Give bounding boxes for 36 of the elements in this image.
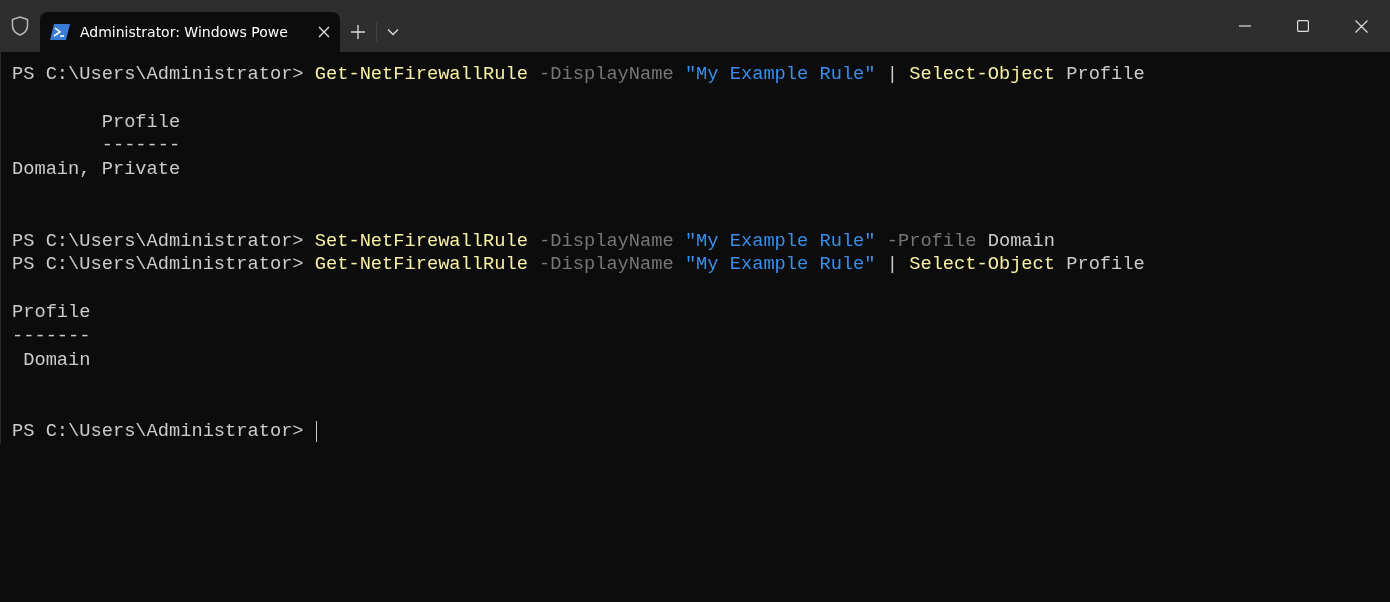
output-text: Domain, Private: [12, 158, 181, 182]
output-text: Profile: [1065, 253, 1145, 278]
string-text: "My Example Rule": [684, 229, 876, 254]
powershell-icon: [50, 24, 70, 40]
command-text: Select-Object: [909, 63, 1055, 87]
parameter-text: -DisplayName: [538, 253, 675, 278]
output-text: Domain: [986, 229, 1055, 254]
prompt-text: PS C:\Users\Administrator>: [12, 253, 305, 278]
string-text: "My Example Rule": [684, 253, 876, 278]
maximize-icon: [1297, 20, 1309, 32]
output-text: -------: [12, 324, 91, 349]
close-icon[interactable]: [318, 26, 330, 38]
output-text: -------: [100, 134, 181, 159]
command-text: Select-Object: [909, 253, 1055, 278]
command-text: Get-NetFirewallRule: [314, 63, 528, 87]
command-text: Get-NetFirewallRule: [314, 253, 528, 278]
string-text: "My Example Rule": [684, 63, 876, 87]
output-text: |: [885, 253, 899, 278]
output-text: Domain: [22, 348, 91, 373]
output-text: Profile: [100, 110, 181, 135]
close-icon: [1354, 19, 1368, 33]
plus-icon: [351, 25, 365, 39]
minimize-icon: [1239, 25, 1251, 27]
command-text: Set-NetFirewallRule: [314, 229, 528, 254]
prompt-text: PS C:\Users\Administrator>: [12, 419, 305, 444]
output-text: |: [885, 63, 899, 87]
output-text: Profile: [1065, 63, 1145, 87]
prompt-text: PS C:\Users\Administrator>: [12, 63, 305, 87]
prompt-text: PS C:\Users\Administrator>: [12, 229, 305, 254]
parameter-text: -DisplayName: [538, 63, 675, 87]
parameter-text: -Profile: [885, 229, 977, 254]
shield-icon: [11, 16, 29, 36]
output-text: Profile: [12, 300, 91, 325]
terminal-tab[interactable]: Administrator: Windows Powe: [40, 12, 340, 52]
parameter-text: -DisplayName: [538, 229, 675, 254]
chevron-down-icon: [387, 28, 399, 36]
